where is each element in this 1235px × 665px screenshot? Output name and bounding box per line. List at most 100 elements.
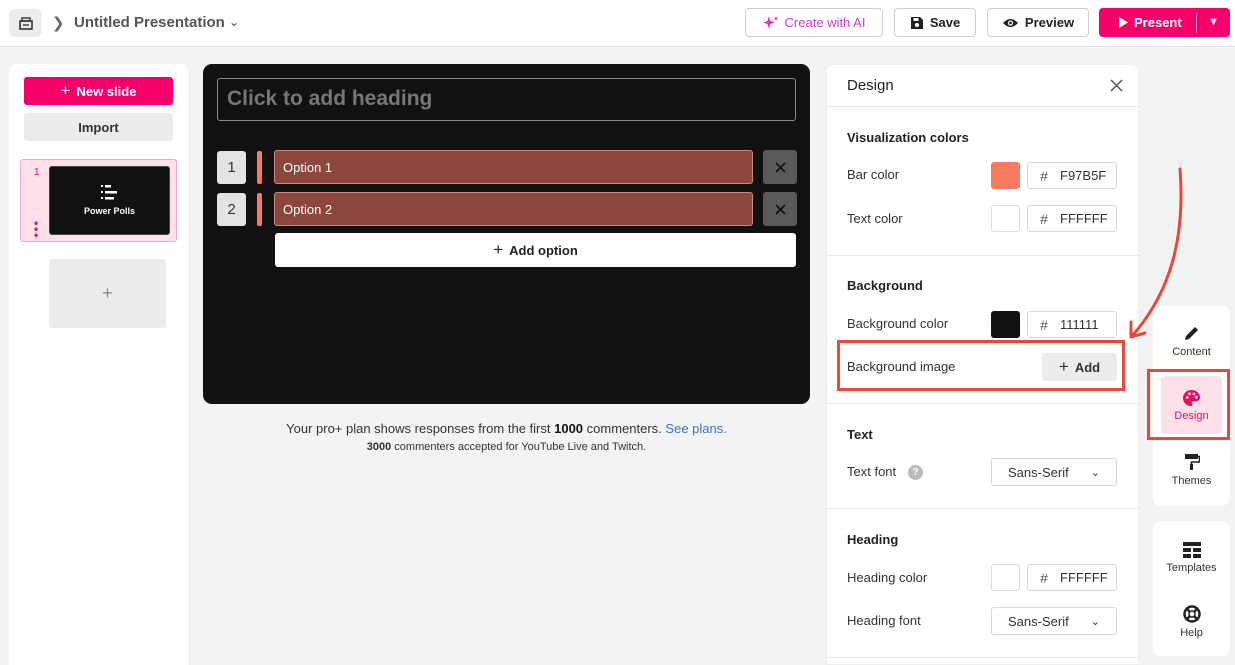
heading-color-value: FFFFFF — [1060, 570, 1108, 585]
create-with-ai-button[interactable]: Create with AI — [745, 8, 883, 37]
play-icon — [1119, 17, 1128, 28]
import-button[interactable]: Import — [24, 113, 173, 141]
heading-font-value: Sans-Serif — [1008, 613, 1069, 629]
heading-color-hex-input[interactable]: # FFFFFF — [1027, 564, 1117, 591]
sparkle-icon — [762, 15, 779, 29]
plan-note: Your pro+ plan shows responses from the … — [203, 421, 810, 436]
text-font-select[interactable]: Sans-Serif ⌄ — [991, 458, 1117, 486]
divider — [826, 403, 1139, 404]
bar-color-label: Bar color — [847, 167, 900, 182]
help-icon[interactable]: ? — [908, 465, 923, 480]
lifebuoy-icon — [1182, 605, 1201, 623]
new-slide-button[interactable]: + New slide — [24, 77, 173, 105]
slides-panel — [9, 64, 188, 665]
background-color-hex-input[interactable]: #111111 — [1027, 311, 1117, 338]
background-color-label: Background color — [847, 316, 949, 331]
rail-themes-button[interactable]: Themes — [1153, 453, 1230, 487]
delete-option-button[interactable] — [763, 192, 797, 226]
divider — [826, 106, 1139, 107]
present-label: Present — [1134, 15, 1182, 30]
breadcrumb-chevron-icon: ❯ — [52, 15, 65, 32]
heading-section-heading: Heading — [847, 532, 899, 547]
save-label: Save — [929, 15, 961, 30]
annotation-arrow — [1129, 167, 1183, 339]
close-icon — [774, 203, 786, 215]
chevron-down-icon: ⌄ — [1090, 615, 1100, 628]
rail-help-button[interactable]: Help — [1153, 605, 1230, 639]
hash-icon: # — [1040, 316, 1048, 333]
plus-icon: + — [60, 81, 71, 100]
delete-option-button[interactable] — [763, 150, 797, 184]
paint-roller-icon — [1184, 454, 1200, 470]
text-font-label: Text font — [847, 464, 897, 479]
close-icon — [774, 161, 786, 173]
plan-note-suffix: commenters. — [586, 421, 662, 436]
text-color-label: Text color — [847, 211, 903, 226]
background-color-swatch[interactable] — [991, 311, 1020, 338]
rail-help-label: Help — [1180, 627, 1203, 639]
chevron-down-icon: ⌄ — [1090, 466, 1100, 479]
divider — [826, 508, 1139, 509]
add-option-button[interactable]: + Add option — [275, 233, 796, 267]
heading-font-label: Heading font — [847, 613, 921, 628]
heading-input[interactable]: Click to add heading — [217, 78, 796, 121]
home-icon — [18, 16, 33, 30]
slide-thumbnail-title: Power Polls — [83, 206, 136, 216]
text-color-swatch[interactable] — [991, 205, 1020, 232]
present-divider — [1196, 13, 1197, 33]
see-plans-link[interactable]: See plans. — [665, 421, 726, 436]
present-button[interactable]: Present ▼ — [1099, 8, 1230, 37]
plan-subnote: 3000 commenters accepted for YouTube Liv… — [203, 441, 810, 453]
slide-thumbnail[interactable]: Power Polls — [49, 166, 170, 235]
hash-icon: # — [1040, 210, 1048, 227]
save-button[interactable]: Save — [894, 8, 976, 37]
preview-button[interactable]: Preview — [987, 8, 1089, 37]
templates-grid-icon — [1182, 542, 1201, 558]
eye-icon — [1002, 18, 1018, 27]
text-font-value: Sans-Serif — [1008, 464, 1069, 480]
text-color-value: FFFFFF — [1060, 211, 1108, 226]
heading-font-select[interactable]: Sans-Serif ⌄ — [991, 607, 1117, 635]
close-icon[interactable] — [1110, 79, 1123, 92]
add-slide-button[interactable]: + — [49, 259, 166, 328]
new-slide-label: New slide — [76, 83, 137, 99]
hash-icon: # — [1040, 569, 1048, 586]
background-heading: Background — [847, 278, 923, 293]
more-vertical-icon[interactable]: • • • — [34, 217, 38, 241]
option-input[interactable]: Option 1 — [274, 150, 753, 184]
slide-number: 1 — [34, 167, 40, 178]
option-color-bar — [257, 193, 262, 226]
create-with-ai-label: Create with AI — [784, 15, 866, 30]
text-color-hex-input[interactable]: # FFFFFF — [1027, 205, 1117, 232]
chevron-down-icon[interactable]: ▼ — [1208, 16, 1219, 28]
heading-color-swatch[interactable] — [991, 564, 1020, 591]
chevron-down-icon[interactable]: ⌄ — [229, 15, 239, 29]
option-number: 1 — [217, 151, 246, 184]
plan-subnote-text: commenters accepted for YouTube Live and… — [394, 441, 647, 453]
divider — [826, 255, 1139, 256]
divider — [826, 657, 1139, 658]
rail-themes-label: Themes — [1171, 475, 1212, 487]
rail-templates-button[interactable]: Templates — [1153, 542, 1230, 574]
highlight-box-design — [1147, 369, 1230, 440]
plan-subnote-count: 3000 — [366, 441, 392, 453]
text-heading: Text — [847, 427, 873, 442]
background-color-value: 111111 — [1060, 317, 1099, 332]
bar-color-value: F97B5F — [1060, 168, 1107, 183]
presentation-title[interactable]: Untitled Presentation — [74, 14, 225, 31]
visualization-colors-heading: Visualization colors — [847, 130, 969, 145]
plan-note-prefix: Your pro+ plan shows responses from the … — [286, 421, 551, 436]
heading-color-label: Heading color — [847, 570, 928, 585]
option-input[interactable]: Option 2 — [274, 192, 753, 226]
home-button[interactable] — [9, 9, 42, 37]
bar-color-swatch[interactable] — [991, 162, 1020, 189]
plus-icon: + — [493, 240, 504, 259]
plan-note-count: 1000 — [554, 421, 584, 436]
option-number: 2 — [217, 193, 246, 226]
design-panel-title: Design — [847, 77, 894, 94]
rail-templates-label: Templates — [1166, 562, 1217, 574]
option-color-bar — [257, 151, 262, 184]
bar-chart-icon — [100, 185, 117, 200]
bar-color-hex-input[interactable]: # F97B5F — [1027, 162, 1117, 189]
floppy-disk-icon — [910, 16, 923, 29]
